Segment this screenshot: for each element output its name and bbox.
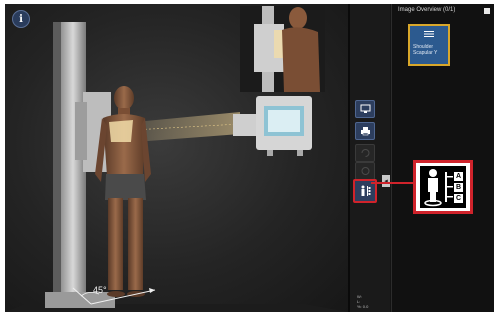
angle-label: 45° [93, 285, 107, 295]
inset-scene [240, 6, 325, 92]
patient-position-icon [361, 185, 370, 196]
image-list-icon [424, 31, 434, 37]
info-button[interactable]: i [12, 10, 30, 28]
image-overview-panel: Image Overview (0/1) Shoulder Scapular Y [391, 4, 494, 312]
print-button[interactable] [355, 122, 375, 140]
circle-tool-button[interactable] [355, 162, 375, 180]
image-thumbnail[interactable]: Shoulder Scapular Y [408, 24, 450, 66]
callout-connector [371, 182, 413, 184]
panel-close-button[interactable] [484, 8, 490, 14]
monitor-icon [360, 104, 370, 113]
wall-stand-column [60, 22, 86, 307]
height-label-b: B [454, 183, 463, 192]
xray-beam [135, 112, 240, 142]
height-label-a: A [454, 172, 463, 181]
camera-inset-view [240, 6, 325, 92]
tool-bar: ◂ [350, 4, 390, 312]
xray-tube [233, 96, 312, 156]
application-window: i 45° Image Overview (0/1) Shoulder Scap… [5, 4, 494, 312]
rotate-icon [361, 149, 369, 157]
height-label-c: C [454, 194, 463, 203]
window-level-readout: W: L: %: 0.0 [357, 294, 369, 309]
positioning-viewport[interactable]: i 45° [5, 4, 348, 312]
monitor-button[interactable] [355, 100, 375, 118]
panel-title: Image Overview (0/1) [398, 7, 456, 13]
rotate-button[interactable] [355, 144, 375, 162]
printer-icon [360, 127, 370, 136]
expand-panel-tab[interactable]: ◂ [382, 175, 390, 187]
callout-content: A B C [420, 166, 466, 208]
thumbnail-label: Shoulder Scapular Y [413, 44, 438, 56]
patient-position-callout: A B C [413, 160, 473, 214]
circle-icon [361, 167, 369, 175]
